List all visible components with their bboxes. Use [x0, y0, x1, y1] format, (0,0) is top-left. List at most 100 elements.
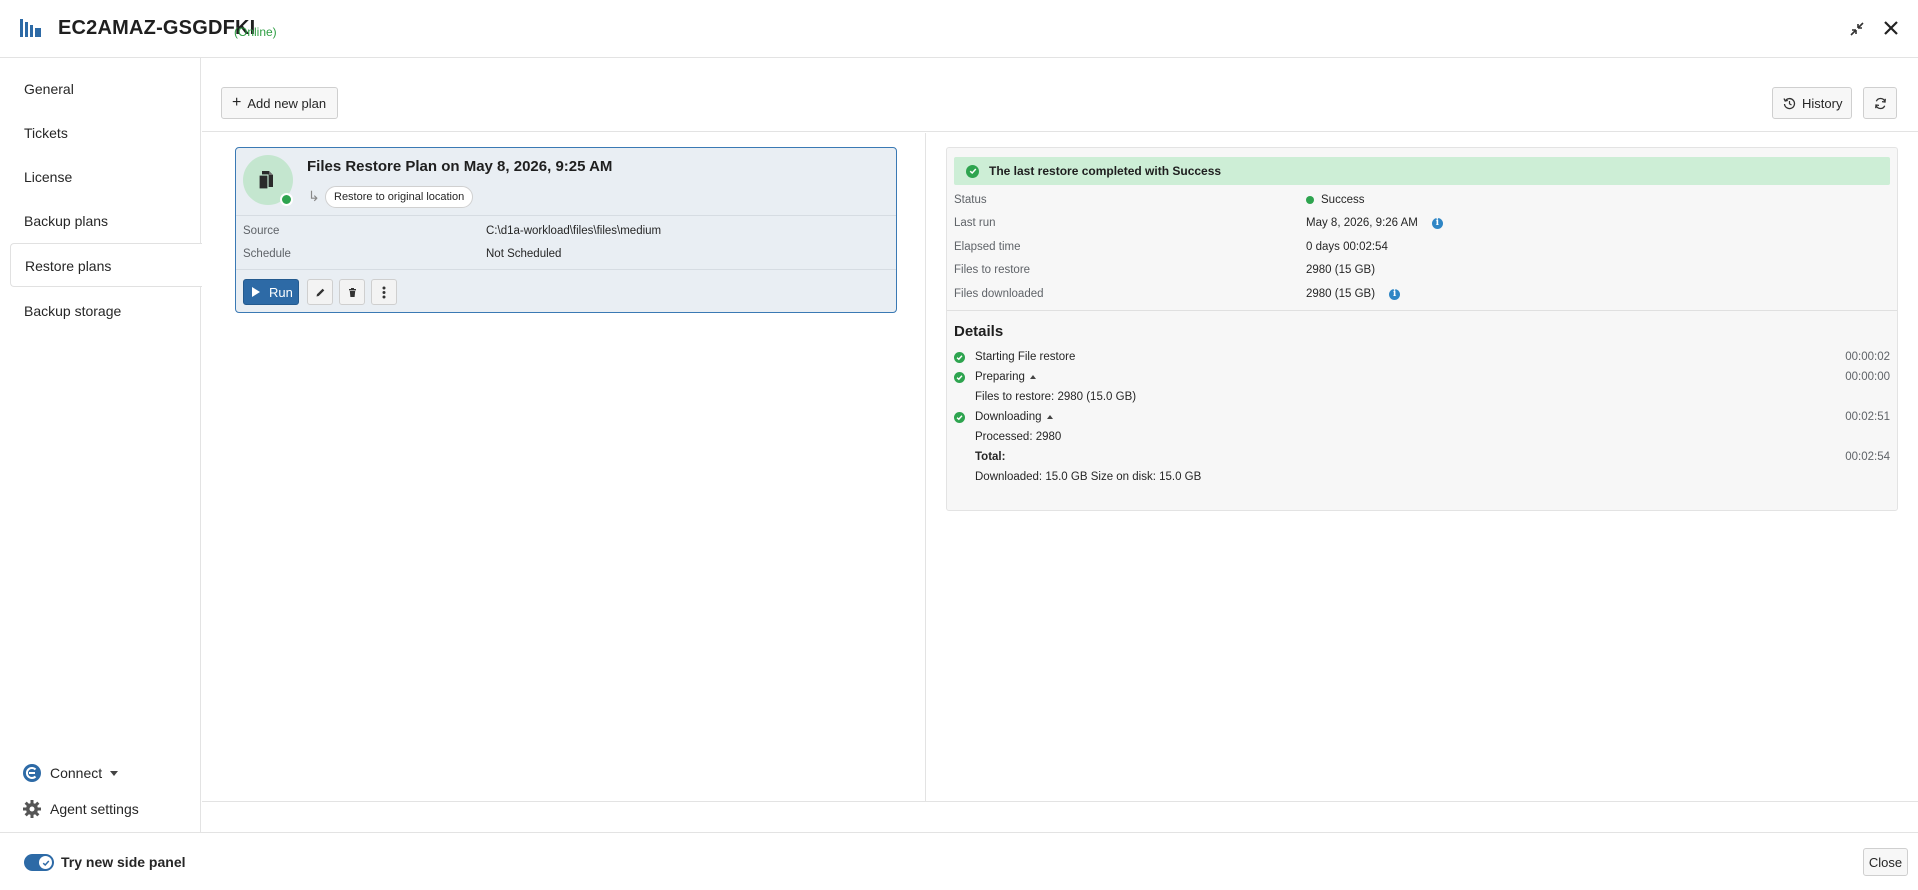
last-run-value: May 8, 2026, 9:26 AM i: [1306, 217, 1443, 229]
schedule-label: Schedule: [243, 248, 291, 260]
status-text: Success: [1321, 194, 1365, 206]
files-to-restore-label: Files to restore: [954, 264, 1031, 276]
check-circle-icon: [966, 164, 979, 178]
files-downloaded-label: Files downloaded: [954, 288, 1044, 300]
plus-icon: +: [232, 94, 242, 111]
history-icon: [1783, 97, 1796, 109]
side-panel-toggle[interactable]: [24, 854, 54, 871]
step-detail: Files to restore: 2980 (15.0 GB): [975, 391, 1137, 403]
more-vertical-icon: [382, 286, 386, 298]
add-new-plan-button[interactable]: + Add new plan: [221, 87, 338, 119]
status-value: Success: [1306, 194, 1364, 206]
run-button[interactable]: Run: [243, 279, 299, 305]
chevron-down-icon: [110, 770, 119, 776]
sidebar-item-license[interactable]: License: [10, 155, 201, 199]
restore-result-card: The last restore completed with Success …: [946, 147, 1898, 511]
step-time: 00:02:51: [1845, 411, 1890, 423]
files-downloaded-value: 2980 (15 GB) i: [1306, 288, 1401, 300]
sidebar-item-backup-storage[interactable]: Backup storage: [10, 289, 201, 333]
restore-destination-chip: Restore to original location: [325, 186, 474, 208]
check-circle-icon: [954, 371, 965, 383]
divider: [947, 310, 1897, 311]
sidebar-item-general[interactable]: General: [10, 67, 201, 111]
edit-button[interactable]: [307, 279, 333, 305]
delete-button[interactable]: [339, 279, 365, 305]
step-detail: Processed: 2980: [975, 431, 1062, 443]
files-downloaded-text: 2980 (15 GB): [1306, 288, 1376, 300]
success-dot-icon: [1306, 196, 1314, 204]
restore-result-pane: The last restore completed with Success …: [927, 133, 1918, 801]
run-label: Run: [269, 284, 293, 300]
step-label: Preparing: [975, 371, 1025, 383]
agent-settings-link[interactable]: Agent settings: [22, 798, 139, 820]
step-time: 00:00:02: [1845, 351, 1890, 363]
sidebar-item-restore-plans[interactable]: Restore plans: [10, 243, 202, 287]
step-time: 00:00:00: [1845, 371, 1890, 383]
details-heading: Details: [954, 323, 1004, 340]
last-run-label: Last run: [954, 217, 996, 229]
last-run-text: May 8, 2026, 9:26 AM: [1306, 217, 1418, 229]
divider: [236, 215, 896, 216]
agent-settings-label: Agent settings: [50, 801, 139, 817]
total-detail: Downloaded: 15.0 GB Size on disk: 15.0 G…: [975, 471, 1202, 483]
divider: [236, 269, 896, 270]
gear-icon: [23, 800, 41, 818]
elapsed-time-label: Elapsed time: [954, 241, 1021, 253]
pencil-icon: [316, 288, 324, 296]
chevron-up-icon[interactable]: [1046, 415, 1053, 419]
status-label: Status: [954, 194, 987, 206]
history-button[interactable]: History: [1772, 87, 1852, 119]
elapsed-time-value: 0 days 00:02:54: [1306, 241, 1388, 253]
sidebar: General Tickets License Backup plans Res…: [0, 58, 202, 832]
status-ok-icon: [280, 193, 293, 206]
plan-avatar: [243, 155, 293, 206]
toggle-knob: [39, 856, 52, 869]
plan-name: Files Restore Plan on May 8, 2026, 9:25 …: [307, 158, 613, 175]
step-starting: Starting File restore: [954, 351, 1075, 363]
online-status: (Online): [234, 25, 277, 39]
close-icon[interactable]: [1880, 17, 1902, 39]
step-label: Starting File restore: [975, 351, 1076, 363]
files-to-restore-value: 2980 (15 GB): [1306, 264, 1376, 276]
info-icon[interactable]: i: [1431, 217, 1443, 229]
history-label: History: [1802, 95, 1843, 111]
check-circle-icon: [954, 351, 965, 363]
sidebar-item-tickets[interactable]: Tickets: [10, 111, 201, 155]
total-label: Total:: [975, 451, 1006, 463]
schedule-value: Not Scheduled: [486, 248, 562, 260]
close-button[interactable]: Close: [1863, 848, 1908, 876]
info-icon[interactable]: i: [1389, 288, 1401, 300]
footer: Try new side panel Close: [0, 832, 1918, 890]
sidebar-item-backup-plans[interactable]: Backup plans: [10, 199, 201, 243]
step-label: Downloading: [975, 411, 1042, 423]
source-label: Source: [243, 225, 280, 237]
page-title: EC2AMAZ-GSGDFKI: [58, 17, 256, 39]
subdirectory-arrow-icon: ↳: [308, 188, 320, 204]
add-new-plan-label: Add new plan: [247, 95, 327, 111]
step-downloading[interactable]: Downloading: [954, 411, 1053, 423]
more-options-button[interactable]: [371, 279, 397, 305]
restore-plan-card[interactable]: Files Restore Plan on May 8, 2026, 9:25 …: [235, 147, 897, 313]
banner-text: The last restore completed with Success: [989, 164, 1222, 178]
collapse-icon[interactable]: [1848, 20, 1866, 38]
play-icon: [252, 287, 260, 297]
connect-icon: [23, 764, 41, 782]
source-value: C:\d1a-workload\files\files\medium: [486, 225, 662, 237]
total-time: 00:02:54: [1845, 451, 1890, 463]
refresh-button[interactable]: [1863, 87, 1897, 119]
check-icon: [42, 859, 49, 866]
trash-icon: [348, 287, 356, 297]
connect-menu[interactable]: Connect: [22, 762, 119, 784]
success-banner: The last restore completed with Success: [954, 157, 1890, 185]
window-header: EC2AMAZ-GSGDFKI (Online): [0, 0, 1918, 58]
app-logo-icon: [20, 19, 41, 37]
check-circle-icon: [954, 411, 965, 423]
refresh-icon: [1874, 97, 1886, 109]
connect-label: Connect: [50, 765, 103, 781]
divider: [202, 801, 1918, 802]
files-icon: [258, 171, 273, 190]
step-preparing[interactable]: Preparing: [954, 371, 1036, 383]
chevron-up-icon[interactable]: [1029, 375, 1036, 379]
toolbar: + Add new plan History: [202, 58, 1918, 132]
plan-list-pane: Files Restore Plan on May 8, 2026, 9:25 …: [202, 133, 926, 801]
